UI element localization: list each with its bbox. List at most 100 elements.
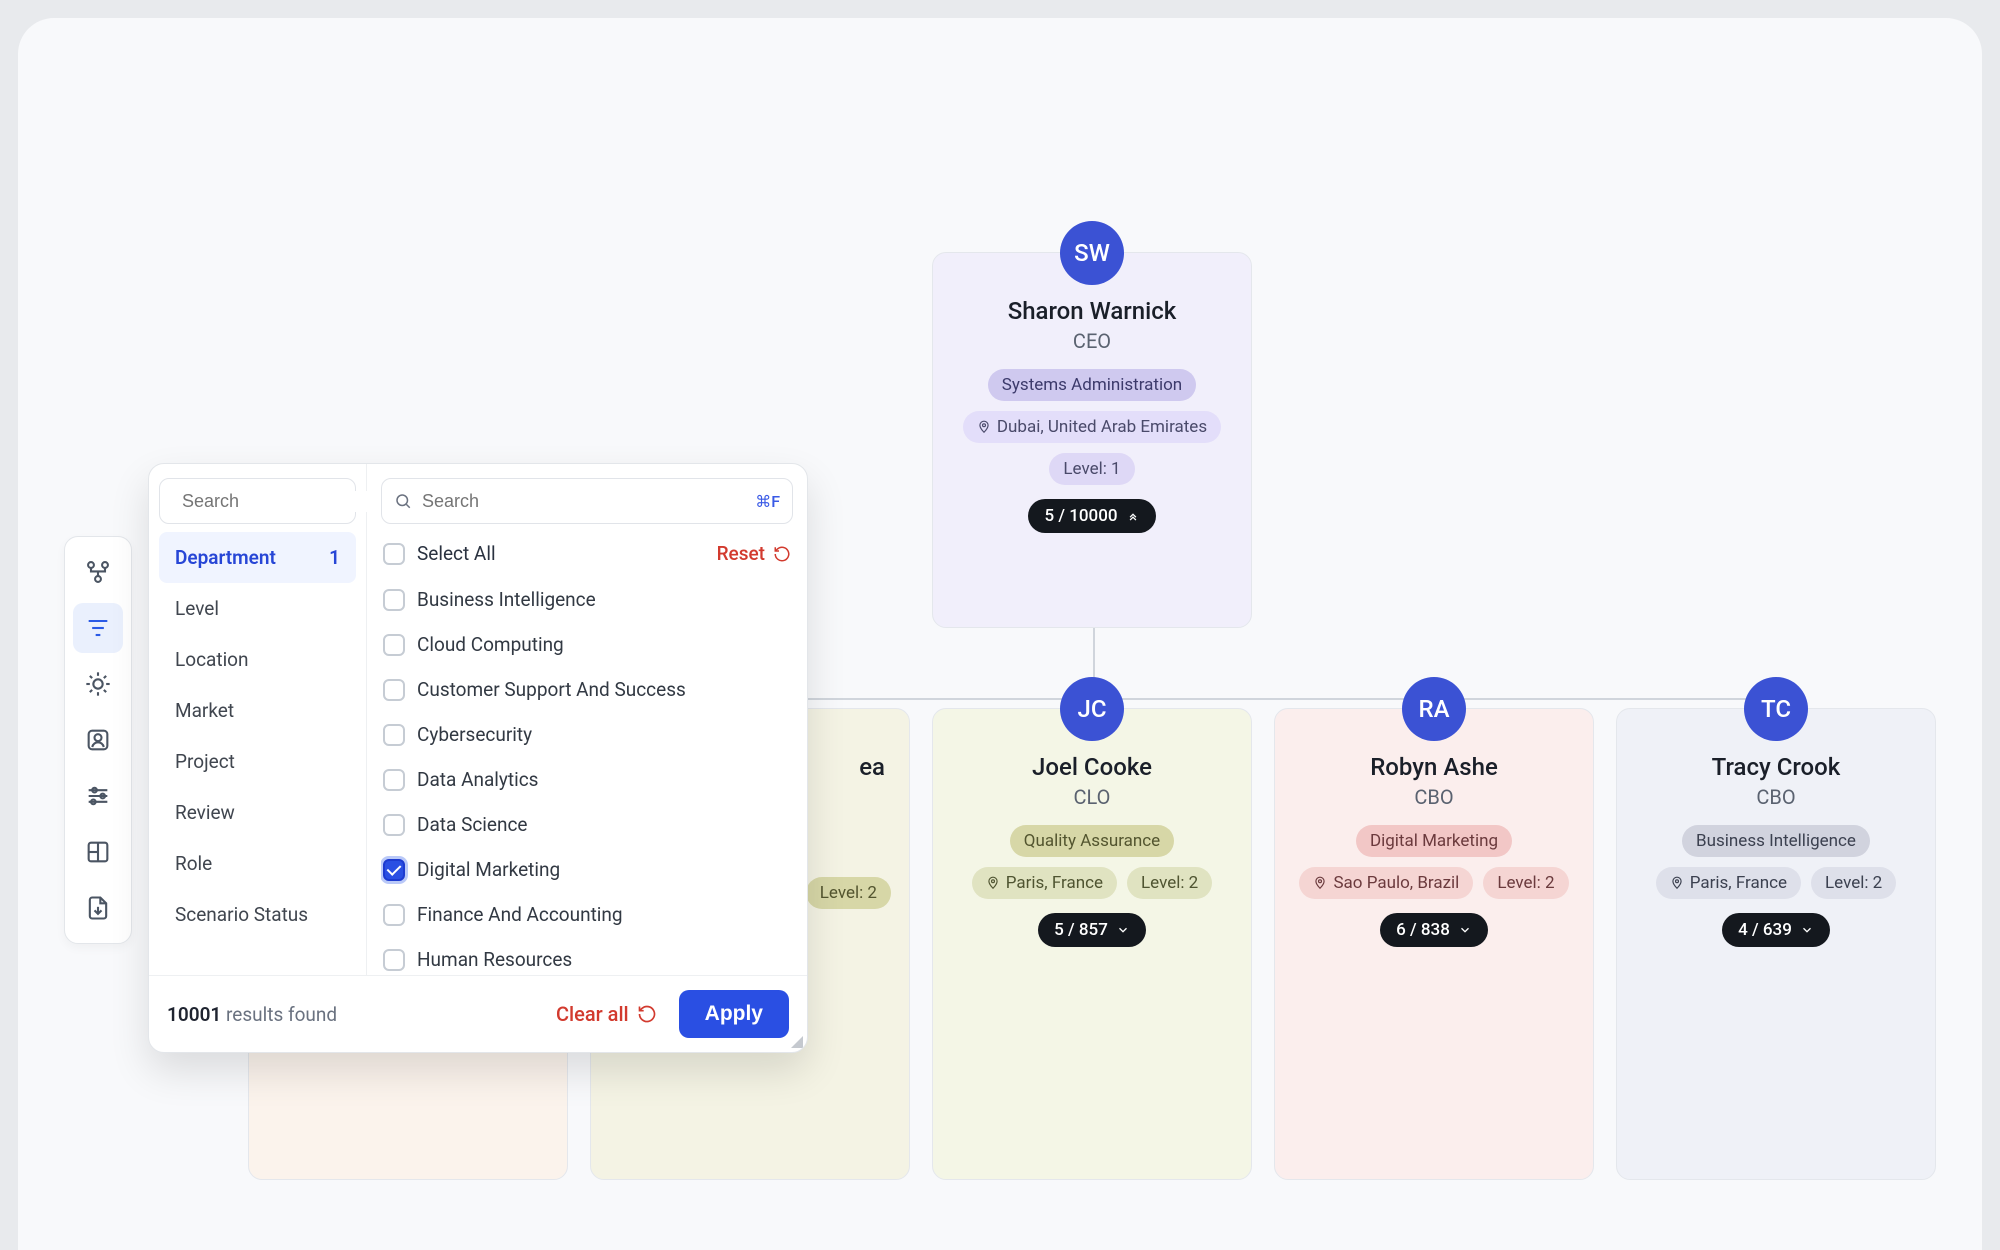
filter-option[interactable]: Digital Marketing — [381, 847, 793, 892]
filter-option[interactable]: Cloud Computing — [381, 622, 793, 667]
sliders-icon[interactable] — [73, 771, 123, 821]
filter-category-project[interactable]: Project — [159, 736, 356, 787]
tag-row: Systems Administration Dubai, United Ara… — [951, 369, 1233, 485]
select-all-label: Select All — [417, 542, 496, 565]
checkbox[interactable] — [383, 589, 405, 611]
filter-options-column: ⌘F Select All Reset Business Intelligenc… — [367, 464, 807, 975]
option-search[interactable]: ⌘F — [381, 478, 793, 524]
filter-category-level[interactable]: Level — [159, 583, 356, 634]
checkbox[interactable] — [383, 634, 405, 656]
resize-grip[interactable] — [789, 1034, 803, 1048]
org-card[interactable]: JC Joel Cooke CLO Quality Assurance Pari… — [932, 708, 1252, 1180]
dept-tag: Digital Marketing — [1356, 825, 1512, 857]
employee-name: Tracy Crook — [1635, 753, 1917, 781]
pin-icon — [977, 420, 991, 434]
pin-icon — [1313, 876, 1327, 890]
avatar: SW — [1060, 221, 1124, 285]
level-tag: Level: 2 — [1483, 867, 1568, 899]
level-tag: Level: 2 — [1811, 867, 1896, 899]
option-list: Business IntelligenceCloud ComputingCust… — [381, 577, 793, 975]
dept-tag: Quality Assurance — [1010, 825, 1174, 857]
filter-category-location[interactable]: Location — [159, 634, 356, 685]
location-tag: Dubai, United Arab Emirates — [963, 411, 1221, 443]
avatar: TC — [1744, 677, 1808, 741]
dept-tag: Systems Administration — [988, 369, 1196, 401]
filter-option[interactable]: Data Science — [381, 802, 793, 847]
pin-icon — [1670, 876, 1684, 890]
category-search[interactable] — [159, 478, 356, 524]
filter-category-department[interactable]: Department1 — [159, 532, 356, 583]
employee-title: CBO — [1635, 785, 1917, 809]
employee-name: Sharon Warnick — [951, 297, 1233, 325]
filter-category-role[interactable]: Role — [159, 838, 356, 889]
employee-name: Robyn Ashe — [1293, 753, 1575, 781]
avatar: RA — [1402, 677, 1466, 741]
apply-button[interactable]: Apply — [679, 990, 789, 1038]
results-count: 10001 results found — [167, 1003, 337, 1026]
chevron-down-icon — [1458, 923, 1472, 937]
reset-icon — [637, 1004, 657, 1024]
report-counter[interactable]: 6 / 838 — [1380, 913, 1488, 947]
chevron-down-icon — [1800, 923, 1814, 937]
filter-category-scenario-status[interactable]: Scenario Status — [159, 889, 356, 940]
location-tag: Paris, France — [1656, 867, 1801, 899]
option-search-input[interactable] — [422, 491, 755, 512]
location-tag: Paris, France — [972, 867, 1117, 899]
checkbox[interactable] — [383, 814, 405, 836]
filter-categories-column: Department1LevelLocationMarketProjectRev… — [149, 464, 367, 975]
filter-option[interactable]: Finance And Accounting — [381, 892, 793, 937]
checkbox[interactable] — [383, 949, 405, 971]
filter-option[interactable]: Data Analytics — [381, 757, 793, 802]
org-card-ceo[interactable]: SW Sharon Warnick CEO Systems Administra… — [932, 252, 1252, 628]
download-icon[interactable] — [73, 883, 123, 933]
select-all-checkbox[interactable] — [383, 543, 405, 565]
tree-icon[interactable] — [73, 547, 123, 597]
tag-row: Quality Assurance Paris, France Level: 2 — [951, 825, 1233, 899]
filter-panel: Department1LevelLocationMarketProjectRev… — [148, 463, 808, 1053]
employee-title: CBO — [1293, 785, 1575, 809]
layout-icon[interactable] — [73, 827, 123, 877]
clear-all-button[interactable]: Clear all — [556, 1002, 657, 1026]
chevron-up-double-icon — [1126, 509, 1140, 523]
level-tag: Level: 2 — [806, 877, 891, 909]
checkbox[interactable] — [383, 679, 405, 701]
side-toolbar — [64, 536, 132, 944]
pin-icon — [986, 876, 1000, 890]
select-all[interactable]: Select All — [383, 542, 496, 565]
employee-title: CEO — [951, 329, 1233, 353]
filter-option[interactable]: Human Resources — [381, 937, 793, 975]
filter-category-market[interactable]: Market — [159, 685, 356, 736]
report-counter[interactable]: 4 / 639 — [1722, 913, 1830, 947]
report-counter[interactable]: 5 / 10000 — [1028, 499, 1155, 533]
category-list: Department1LevelLocationMarketProjectRev… — [159, 532, 356, 940]
level-tag: Level: 1 — [1049, 453, 1134, 485]
chevron-down-icon — [1116, 923, 1130, 937]
filter-option[interactable]: Business Intelligence — [381, 577, 793, 622]
reset-icon — [773, 545, 791, 563]
org-card[interactable]: RA Robyn Ashe CBO Digital Marketing Sao … — [1274, 708, 1594, 1180]
employee-name: Joel Cooke — [951, 753, 1233, 781]
level-tag: Level: 2 — [1127, 867, 1212, 899]
location-tag: Sao Paulo, Brazil — [1299, 867, 1473, 899]
filter-option[interactable]: Customer Support And Success — [381, 667, 793, 712]
content-area: SW Sharon Warnick CEO Systems Administra… — [18, 118, 1982, 1250]
org-card[interactable]: TC Tracy Crook CBO Business Intelligence… — [1616, 708, 1936, 1180]
avatar: JC — [1060, 677, 1124, 741]
filter-category-review[interactable]: Review — [159, 787, 356, 838]
user-icon[interactable] — [73, 715, 123, 765]
report-counter[interactable]: 5 / 857 — [1038, 913, 1146, 947]
tag-row: Digital Marketing Sao Paulo, Brazil Leve… — [1293, 825, 1575, 899]
filter-icon[interactable] — [73, 603, 123, 653]
filter-option[interactable]: Cybersecurity — [381, 712, 793, 757]
search-icon — [394, 492, 412, 510]
checkbox[interactable] — [383, 859, 405, 881]
sun-icon[interactable] — [73, 659, 123, 709]
dept-tag: Business Intelligence — [1682, 825, 1870, 857]
app-viewport: SW Sharon Warnick CEO Systems Administra… — [18, 18, 1982, 1250]
reset-button[interactable]: Reset — [717, 542, 791, 565]
filter-footer: 10001 results found Clear all Apply — [149, 975, 807, 1052]
checkbox[interactable] — [383, 904, 405, 926]
checkbox[interactable] — [383, 724, 405, 746]
checkbox[interactable] — [383, 769, 405, 791]
employee-title: CLO — [951, 785, 1233, 809]
